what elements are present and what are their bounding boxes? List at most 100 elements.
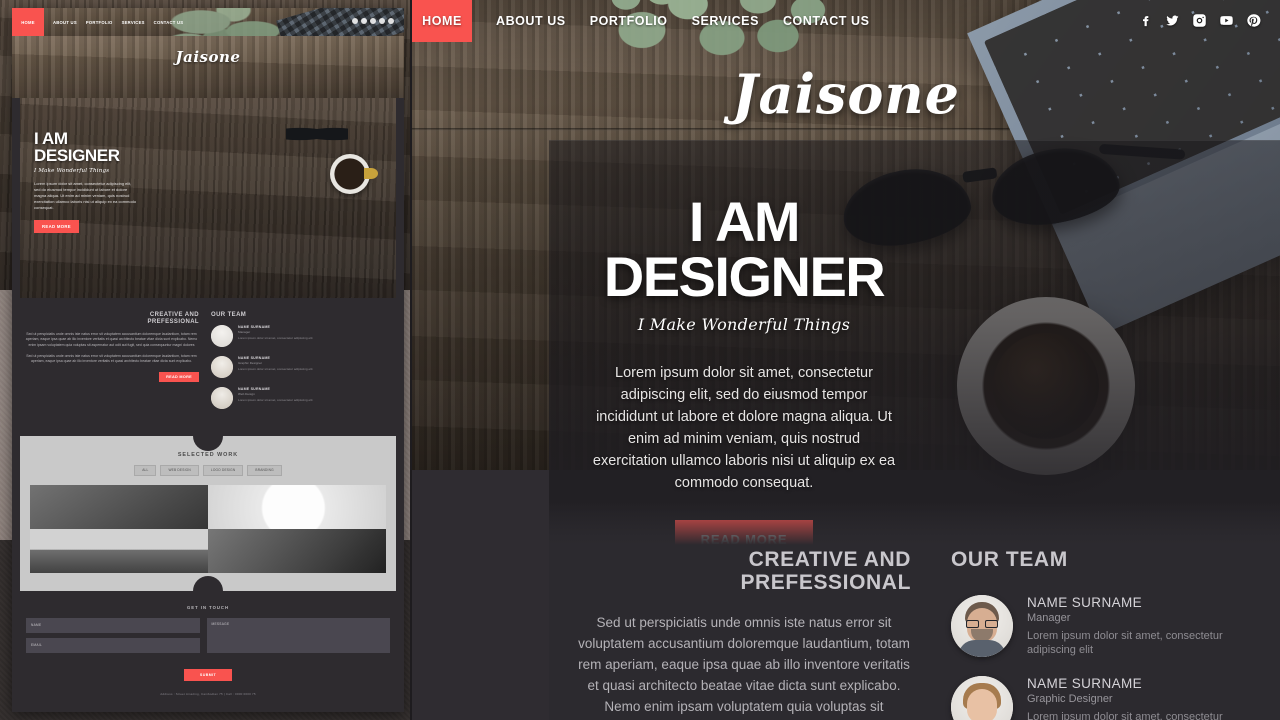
creative-body-text: Sed ut perspiciatis unde omnis iste natu… (578, 615, 910, 720)
preview-filter-logo-design[interactable]: LOGO DESIGN (202, 464, 244, 476)
preview-brand-wordmark: Jaisone (175, 48, 241, 66)
preview-portfolio-notch-bottom (193, 575, 223, 591)
preview-member-info: NAME SURNAME Web Design Lorem ipsum dolo… (238, 387, 312, 402)
preview-creative-body-2: Sed ut perspiciatis unde omnis iste natu… (26, 353, 197, 364)
preview-portfolio-notch-top (193, 435, 223, 451)
preview-creative-heading-line1: CREATIVE AND (149, 312, 199, 318)
nav-item-about-us[interactable]: ABOUT US (496, 14, 566, 28)
hero-heading-line1: I AM (688, 190, 801, 253)
preview-portfolio-item[interactable] (208, 528, 386, 573)
preview-glasses-icon (286, 124, 348, 144)
preview-member-name: NAME SURNAME (238, 355, 271, 360)
preview-member-role: Graphic Designer (238, 360, 263, 365)
preview-member-name: NAME SURNAME (238, 324, 271, 329)
member-name: NAME SURNAME (1027, 675, 1143, 691)
preview-twitter-icon[interactable] (361, 18, 367, 24)
nav-item-contact-us[interactable]: CONTACT US (783, 14, 870, 28)
preview-portfolio-heading: SELECTED WORK (177, 451, 239, 458)
lower-content-band: CREATIVE AND PREFESSIONAL Sed ut perspic… (549, 503, 1280, 720)
preview-creative-read-more-button[interactable]: READ MORE (159, 372, 199, 383)
preview-creative-heading-line2: PREFESSIONAL (147, 318, 199, 325)
preview-member-role: Web Design (238, 391, 255, 396)
preview-nav-item-home[interactable]: HOME (12, 20, 44, 25)
preview-creative-heading: CREATIVE AND PREFESSIONAL (24, 312, 199, 326)
member-description: Lorem ipsum dolor sit amet, consectetur … (1027, 710, 1223, 720)
preview-avatar (211, 355, 233, 378)
preview-youtube-icon[interactable] (379, 18, 385, 24)
avatar-shoulders (958, 640, 1006, 658)
nav-item-portfolio[interactable]: PORTFOLIO (590, 14, 668, 28)
preview-footer-text: Address : Street Amazing, Cambodian 75 |… (160, 691, 256, 696)
screenshot-stage: HOME ABOUT US PORTFOLIO SERVICES CONTACT… (0, 0, 1280, 720)
preview-submit-button[interactable]: SUBMIT (183, 668, 233, 681)
preview-portfolio-filters: ALL WEB DESIGN LOGO DESIGN BRANDING (30, 464, 386, 476)
preview-portfolio-item[interactable] (208, 484, 386, 529)
member-description: Lorem ipsum dolor sit amet, consectetur … (1027, 630, 1223, 657)
preview-nav-list: HOME ABOUT US PORTFOLIO SERVICES CONTACT… (12, 8, 183, 36)
preview-nav-item-services[interactable]: SERVICES (122, 20, 145, 25)
preview-avatar-photo (211, 324, 233, 347)
preview-avatar-photo (211, 386, 233, 409)
preview-creative-button-row: READ MORE (24, 365, 199, 383)
preview-hero-heading: I AM DESIGNER (34, 130, 184, 165)
member-role: Graphic Designer (1027, 692, 1113, 705)
avatar (951, 675, 1013, 720)
member-name: NAME SURNAME (1027, 595, 1143, 611)
creative-heading: CREATIVE AND PREFESSIONAL (577, 545, 911, 594)
nav-item-home[interactable]: HOME (412, 14, 472, 28)
preview-contact-heading: GET IN TOUCH (187, 604, 229, 610)
youtube-icon[interactable] (1218, 12, 1235, 29)
preview-filter-branding[interactable]: BRANDING (247, 464, 282, 476)
preview-hero-tagline: I Make Wonderful Things (34, 167, 110, 174)
preview-creative-column: CREATIVE AND PREFESSIONAL Sed ut perspic… (24, 312, 199, 418)
avatar-face (967, 688, 997, 720)
preview-form-left-column: NAME EMAIL (26, 617, 200, 653)
preview-pinterest-icon[interactable] (388, 18, 394, 24)
live-site-pane: I AM DESIGNER I Make Wonderful Things Lo… (412, 0, 1280, 720)
preview-filter-web-design[interactable]: WEB DESIGN (160, 464, 199, 476)
preview-team-member: NAME SURNAME Web Design Lorem ipsum dolo… (211, 386, 392, 409)
creative-heading-line1: CREATIVE AND (748, 548, 911, 571)
preview-member-desc: Lorem ipsum dolor sit amet, consectetur … (238, 397, 313, 402)
instagram-icon[interactable] (1191, 12, 1208, 29)
preview-page-card: HOME ABOUT US PORTFOLIO SERVICES CONTACT… (12, 8, 404, 712)
preview-email-input[interactable]: EMAIL (26, 637, 200, 653)
preview-portfolio-item[interactable] (30, 484, 208, 529)
preview-hero-read-more-button[interactable]: READ MORE (34, 219, 79, 233)
preview-submit-row: SUBMIT (26, 663, 390, 681)
preview-about-team-section: CREATIVE AND PREFESSIONAL Sed ut perspic… (12, 298, 404, 436)
preview-portfolio-section: SELECTED WORK ALL WEB DESIGN LOGO DESIGN… (20, 435, 396, 591)
preview-member-desc: Lorem ipsum dolor sit amet, consectetur … (238, 335, 313, 340)
team-member: NAME SURNAME Graphic Designer Lorem ipsu… (951, 675, 1264, 720)
preview-message-input[interactable]: MESSAGE (206, 617, 390, 653)
preview-hero-section: I AM DESIGNER I Make Wonderful Things Lo… (20, 98, 396, 298)
hero-paragraph: Lorem ipsum dolor sit amet, consectetur … (592, 364, 896, 491)
template-preview-pane: HOME ABOUT US PORTFOLIO SERVICES CONTACT… (0, 0, 412, 720)
preview-navbar: HOME ABOUT US PORTFOLIO SERVICES CONTACT… (12, 8, 404, 36)
preview-facebook-icon[interactable] (352, 18, 358, 24)
facebook-icon[interactable] (1137, 12, 1154, 29)
preview-name-input[interactable]: NAME (26, 617, 200, 633)
preview-portfolio-item[interactable] (30, 528, 208, 573)
nav-item-services[interactable]: SERVICES (692, 14, 759, 28)
preview-team-member: NAME SURNAME Manager Lorem ipsum dolor s… (211, 324, 392, 347)
team-heading: OUR TEAM (951, 548, 1068, 571)
top-navigation-bar: HOME ABOUT US PORTFOLIO SERVICES CONTACT… (412, 0, 1280, 42)
preview-brand-band: Jaisone (12, 36, 404, 98)
preview-nav-item-contact-us[interactable]: CONTACT US (154, 20, 184, 25)
member-info: NAME SURNAME Graphic Designer Lorem ipsu… (1027, 676, 1264, 720)
preview-hero-paragraph: Lorem ipsum dolor sit amet, consectetur … (34, 180, 137, 211)
preview-member-info: NAME SURNAME Manager Lorem ipsum dolor s… (238, 325, 312, 340)
twitter-icon[interactable] (1164, 12, 1181, 29)
preview-contact-form: NAME EMAIL MESSAGE (26, 617, 390, 653)
pinterest-icon[interactable] (1245, 12, 1262, 29)
preview-avatar (211, 386, 233, 409)
preview-member-name: NAME SURNAME (238, 386, 271, 391)
preview-filter-all[interactable]: ALL (134, 464, 157, 476)
preview-hero-copy: I AM DESIGNER I Make Wonderful Things Lo… (34, 130, 184, 233)
avatar-glasses-icon (966, 620, 998, 629)
avatar (951, 595, 1013, 658)
preview-instagram-icon[interactable] (370, 18, 376, 24)
preview-nav-item-about-us[interactable]: ABOUT US (53, 20, 77, 25)
preview-nav-item-portfolio[interactable]: PORTFOLIO (86, 20, 113, 25)
